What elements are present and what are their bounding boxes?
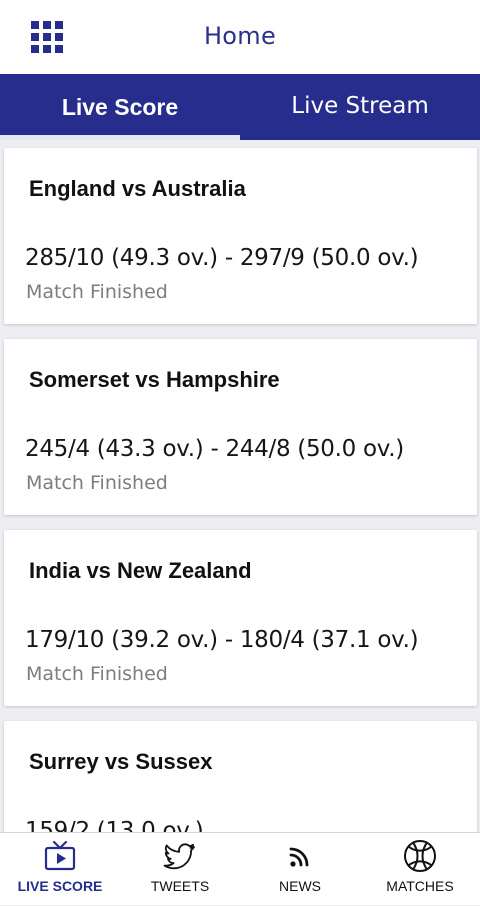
- nav-label: TWEETS: [150, 878, 210, 894]
- nav-label: NEWS: [279, 878, 321, 894]
- tab-bar: Live Score Live Stream: [0, 74, 480, 140]
- match-title: Surrey vs Sussex: [29, 749, 213, 774]
- rss-feed-icon: [289, 847, 309, 867]
- match-score: 179/10 (39.2 ov.) - 180/4 (37.1 ov.): [25, 627, 419, 653]
- tab-live-stream[interactable]: Live Stream: [240, 74, 480, 140]
- match-status: Match Finished: [26, 472, 168, 494]
- tv-play-icon: [44, 840, 76, 871]
- match-title: India vs New Zealand: [29, 558, 252, 583]
- nav-live-score[interactable]: LIVE SCORE: [0, 833, 120, 906]
- tab-live-score[interactable]: Live Score: [0, 74, 240, 140]
- match-card[interactable]: England vs Australia 285/10 (49.3 ov.) -…: [4, 148, 477, 324]
- match-card[interactable]: India vs New Zealand 179/10 (39.2 ov.) -…: [4, 530, 477, 706]
- twitter-bird-icon: [163, 843, 195, 870]
- nav-tweets[interactable]: TWEETS: [120, 833, 240, 906]
- page-title: Home: [203, 22, 277, 50]
- bottom-navigation: LIVE SCORE TWEETS NEWS MATCHES: [0, 832, 480, 905]
- nav-label: MATCHES: [386, 878, 454, 894]
- match-score: 159/2 (13.0 ov.): [25, 818, 204, 832]
- match-title: England vs Australia: [29, 176, 246, 201]
- ball-icon: [404, 840, 436, 872]
- app-header: Home: [0, 0, 480, 74]
- match-list[interactable]: England vs Australia 285/10 (49.3 ov.) -…: [0, 140, 480, 832]
- match-score: 285/10 (49.3 ov.) - 297/9 (50.0 ov.): [25, 245, 419, 271]
- match-status: Match Finished: [26, 663, 168, 685]
- nav-matches[interactable]: MATCHES: [360, 833, 480, 906]
- match-card[interactable]: Somerset vs Hampshire 245/4 (43.3 ov.) -…: [4, 339, 477, 515]
- match-status: Match Finished: [26, 281, 168, 303]
- match-title: Somerset vs Hampshire: [29, 367, 280, 392]
- match-score: 245/4 (43.3 ov.) - 244/8 (50.0 ov.): [25, 436, 404, 462]
- nav-label: LIVE SCORE: [17, 878, 103, 894]
- nav-news[interactable]: NEWS: [240, 833, 360, 906]
- match-card[interactable]: Surrey vs Sussex 159/2 (13.0 ov.): [4, 721, 477, 832]
